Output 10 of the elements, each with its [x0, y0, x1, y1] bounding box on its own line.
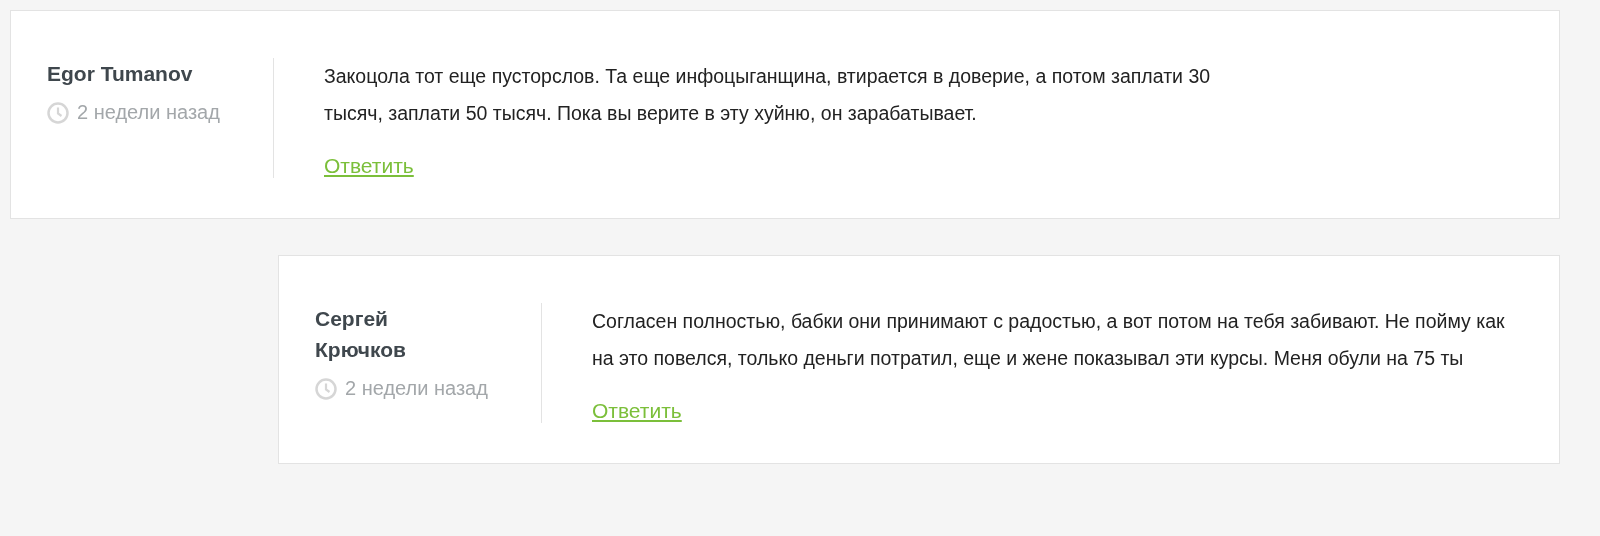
clock-icon [47, 101, 69, 124]
comment-text: Закоцола тот еще пусторслов. Та еще инфоцыганщина, втирается в доверие, а потом заплати 30 тысяч, заплати 50 тысяч. Пока вы верите в эту хуйню, он зарабатывает. [324, 64, 1212, 126]
comment-time: 2 недели назад [345, 377, 488, 400]
comment-text: Согласен полностью, бабки они принимают с радостью, а вот потом на тебя забивают. Не пойму как на это повелся, только деньги потратил, еще и жене показывал эти курсы. Меня обули на 75 ты [592, 309, 1506, 371]
reply-link[interactable]: Ответить [592, 399, 682, 423]
reply-link[interactable]: Ответить [324, 154, 414, 178]
clock-icon [315, 377, 337, 400]
comment-time: 2 недели назад [77, 101, 220, 124]
author-name: Egor Tumanov [47, 61, 194, 87]
author-name: Сергей Крючков [315, 306, 407, 363]
